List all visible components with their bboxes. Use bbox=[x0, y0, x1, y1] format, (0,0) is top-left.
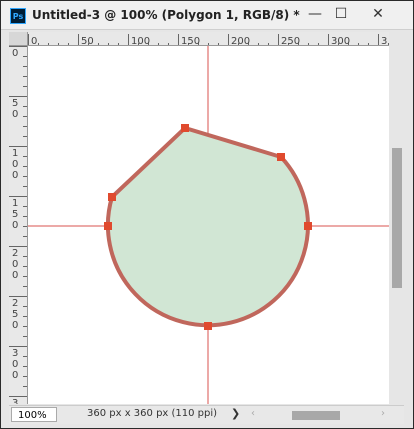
close-button[interactable]: ✕ bbox=[363, 4, 393, 24]
vruler-label: 0 bbox=[12, 48, 18, 59]
status-bar: 100% 360 px x 360 px (110 ppi) ❯ ‹ › bbox=[9, 405, 404, 424]
vruler-label: 100 bbox=[12, 148, 18, 181]
vertical-scroll-thumb[interactable] bbox=[392, 148, 402, 288]
hruler-label: 100 bbox=[131, 36, 150, 46]
vruler-label: 300 bbox=[12, 348, 18, 381]
vruler-label: 250 bbox=[12, 298, 18, 331]
vruler-label: 150 bbox=[12, 198, 18, 231]
anchor-point[interactable] bbox=[181, 124, 189, 132]
horizontal-scroll-thumb[interactable] bbox=[292, 411, 340, 420]
hruler-label: 250 bbox=[281, 36, 300, 46]
horizontal-ruler-scale: 0 50 100 150 200 250 300 3 bbox=[28, 34, 389, 46]
scroll-right-icon[interactable]: › bbox=[381, 408, 385, 419]
ruler-origin[interactable] bbox=[9, 32, 28, 46]
horizontal-scrollbar[interactable]: ‹ › bbox=[249, 408, 397, 422]
maximize-button[interactable]: ☐ bbox=[326, 4, 356, 24]
document-canvas[interactable] bbox=[28, 46, 389, 404]
document-info: 360 px x 360 px (110 ppi) bbox=[87, 408, 218, 419]
vruler-label: 3 bbox=[12, 398, 18, 404]
hruler-label: 0 bbox=[31, 36, 37, 46]
anchor-point[interactable] bbox=[204, 322, 212, 330]
anchor-point[interactable] bbox=[108, 193, 116, 201]
hruler-label: 3 bbox=[381, 36, 387, 46]
document-window: Ps Untitled-3 @ 100% (Polygon 1, RGB/8) … bbox=[0, 0, 414, 429]
artwork bbox=[28, 46, 389, 404]
title-bar[interactable]: Ps Untitled-3 @ 100% (Polygon 1, RGB/8) … bbox=[1, 1, 413, 30]
vertical-scrollbar[interactable] bbox=[390, 32, 404, 404]
vruler-label: 200 bbox=[12, 248, 18, 281]
status-menu-arrow-icon[interactable]: ❯ bbox=[231, 407, 240, 420]
window-title: Untitled-3 @ 100% (Polygon 1, RGB/8) * bbox=[32, 8, 300, 22]
anchor-point[interactable] bbox=[304, 222, 312, 230]
minimize-icon: — bbox=[308, 6, 322, 22]
hruler-label: 150 bbox=[181, 36, 200, 46]
hruler-label: 300 bbox=[331, 36, 350, 46]
photoshop-app-icon: Ps bbox=[10, 8, 26, 24]
vruler-label: 50 bbox=[12, 98, 18, 120]
vertical-ruler[interactable]: 0 50 100 150 200 250 300 3 bbox=[9, 46, 28, 404]
zoom-level-field[interactable]: 100% bbox=[11, 407, 57, 422]
close-icon: ✕ bbox=[372, 6, 384, 22]
anchor-point[interactable] bbox=[104, 222, 112, 230]
vertical-ruler-scale: 0 5 0 1 0 0 1 5 0 2 0 0 2 5 0 3 0 0 3 bbox=[9, 46, 27, 404]
hruler-label: 50 bbox=[81, 36, 94, 46]
hruler-label: 200 bbox=[231, 36, 250, 46]
horizontal-ruler[interactable]: 0 50 100 150 200 250 300 3 bbox=[28, 32, 389, 46]
maximize-icon: ☐ bbox=[334, 6, 348, 22]
anchor-point[interactable] bbox=[277, 153, 285, 161]
scroll-left-icon[interactable]: ‹ bbox=[251, 408, 255, 419]
